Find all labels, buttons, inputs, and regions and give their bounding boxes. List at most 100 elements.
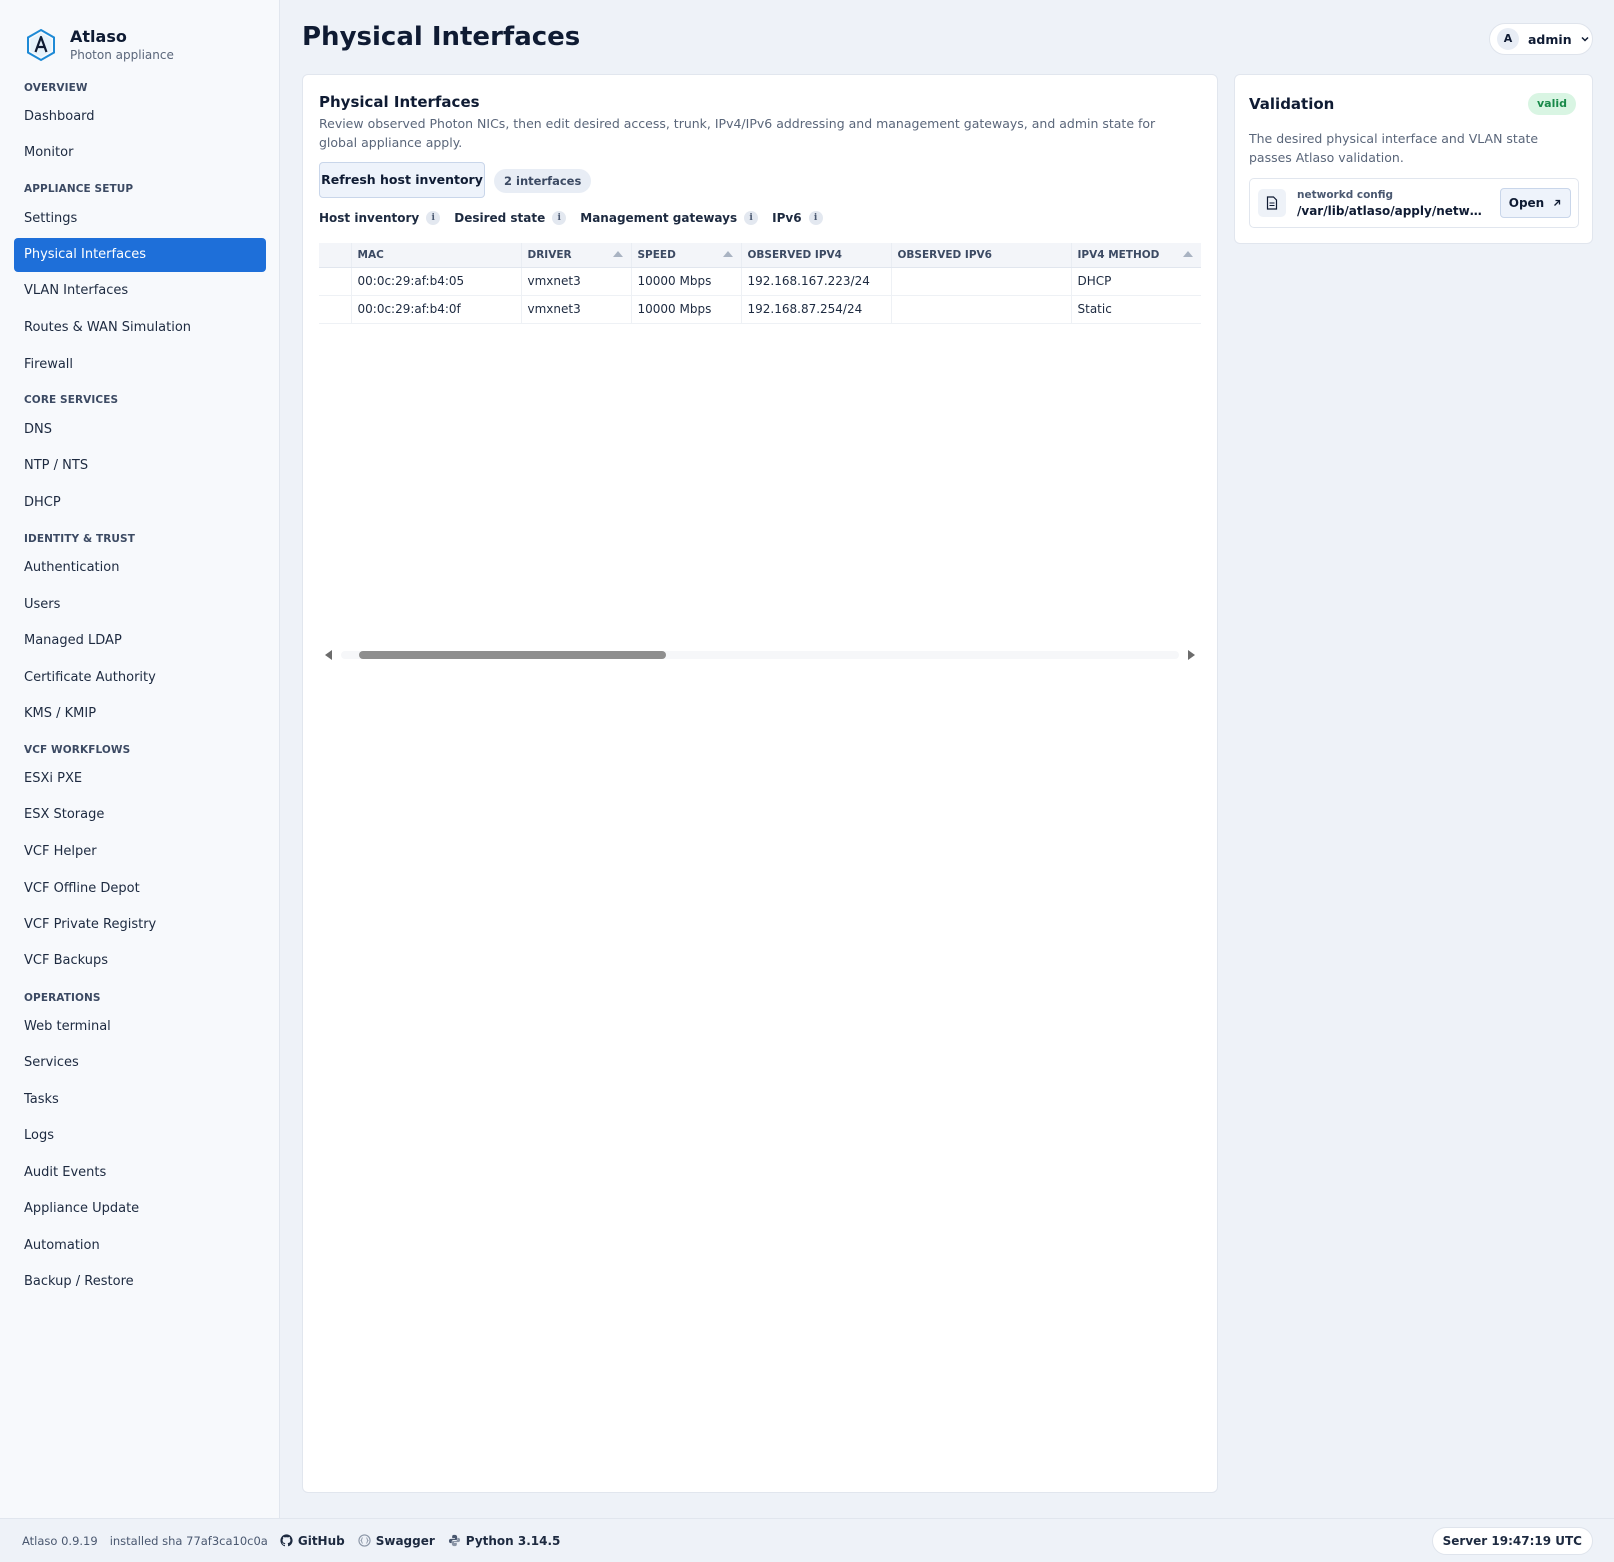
sidebar-item-dhcp[interactable]: DHCP xyxy=(14,486,266,520)
sort-ascending-icon[interactable] xyxy=(722,251,733,257)
column-header-label: OBSERVED IPV4 xyxy=(747,248,842,261)
sidebar-item-web-terminal[interactable]: Web terminal xyxy=(14,1010,266,1044)
user-name: admin xyxy=(1528,31,1572,47)
sort-ascending-icon[interactable] xyxy=(612,251,623,257)
open-button-label: Open xyxy=(1508,196,1545,210)
nav-section-identity-trust: IDENTITY & TRUST xyxy=(24,533,135,545)
legend-label: Management gateways xyxy=(580,211,738,225)
scroll-left-icon[interactable] xyxy=(325,650,332,660)
scrollbar-thumb[interactable] xyxy=(359,651,666,659)
sidebar-item-firewall[interactable]: Firewall xyxy=(14,348,266,382)
info-icon[interactable]: i xyxy=(552,211,567,225)
sidebar-item-services[interactable]: Services xyxy=(14,1046,266,1080)
refresh-host-inventory-button[interactable]: Refresh host inventory xyxy=(319,162,485,198)
sidebar-item-dns[interactable]: DNS xyxy=(14,413,266,447)
info-icon[interactable]: i xyxy=(426,211,441,225)
sidebar-item-backup-restore[interactable]: Backup / Restore xyxy=(14,1265,266,1299)
sidebar-item-monitor[interactable]: Monitor xyxy=(14,136,266,170)
brand-subtitle: Photon appliance xyxy=(70,48,174,62)
python-label: Python 3.14.5 xyxy=(465,1533,561,1548)
brand[interactable]: Atlaso Photon appliance xyxy=(26,27,174,63)
version-text: Atlaso 0.9.19 xyxy=(22,1533,98,1548)
cell-select[interactable] xyxy=(319,267,352,296)
info-icon[interactable]: i xyxy=(744,211,759,225)
legend-host-inventory: Host inventory i xyxy=(319,211,441,225)
sidebar-item-certificate-authority[interactable]: Certificate Authority xyxy=(14,661,266,695)
table-row[interactable]: 00:0c:29:af:b4:05 vmxnet3 10000 Mbps 192… xyxy=(319,267,1201,296)
column-header-label: IPV4 METHOD xyxy=(1077,248,1160,261)
sidebar-item-audit-events[interactable]: Audit Events xyxy=(14,1156,266,1190)
horizontal-scrollbar[interactable] xyxy=(319,647,1201,663)
cell-mac: 00:0c:29:af:b4:0f xyxy=(351,295,522,324)
column-header-label: DRIVER xyxy=(527,248,572,261)
sidebar-item-automation[interactable]: Automation xyxy=(14,1229,266,1263)
card-title: Physical Interfaces xyxy=(319,93,480,111)
column-header-observed-ipv4[interactable]: OBSERVED IPV4 xyxy=(741,243,892,268)
open-config-button[interactable]: Open xyxy=(1500,188,1571,218)
table-header-row: MAC DRIVER SPEED OBSERVED IPV4 OBSERVED … xyxy=(319,243,1201,268)
sidebar-item-physical-interfaces[interactable]: Physical Interfaces xyxy=(14,238,266,272)
nav-section-appliance-setup: APPLIANCE SETUP xyxy=(24,183,134,195)
sidebar-item-routes-wan[interactable]: Routes & WAN Simulation xyxy=(14,311,266,345)
file-label: networkd config xyxy=(1297,189,1394,201)
column-header-label: OBSERVED IPV6 xyxy=(897,248,992,261)
github-link[interactable]: GitHub xyxy=(280,1534,345,1548)
cell-observed-ipv6 xyxy=(891,267,1072,296)
sidebar-item-logs[interactable]: Logs xyxy=(14,1119,266,1153)
sidebar-item-vcf-helper[interactable]: VCF Helper xyxy=(14,835,266,869)
legend-label: Desired state xyxy=(454,211,546,225)
nav-section-operations: OPERATIONS xyxy=(24,992,101,1004)
swagger-icon xyxy=(358,1534,371,1547)
server-time: Server 19:47:19 UTC xyxy=(1431,1527,1593,1555)
legend-desired-state: Desired state i xyxy=(454,211,567,225)
column-header-observed-ipv6[interactable]: OBSERVED IPV6 xyxy=(891,243,1072,268)
cell-observed-ipv4: 192.168.87.254/24 xyxy=(741,295,892,324)
column-header-label: MAC xyxy=(357,248,384,261)
cell-observed-ipv4: 192.168.167.223/24 xyxy=(741,267,892,296)
cell-mac: 00:0c:29:af:b4:05 xyxy=(351,267,522,296)
cell-speed: 10000 Mbps xyxy=(631,295,742,324)
sidebar-item-managed-ldap[interactable]: Managed LDAP xyxy=(14,624,266,658)
sidebar-item-authentication[interactable]: Authentication xyxy=(14,551,266,585)
page-title: Physical Interfaces xyxy=(302,22,581,52)
swagger-label: Swagger xyxy=(375,1533,435,1548)
table-row[interactable]: 00:0c:29:af:b4:0f vmxnet3 10000 Mbps 192… xyxy=(319,295,1201,324)
sort-ascending-icon[interactable] xyxy=(1182,251,1193,257)
swagger-link[interactable]: Swagger xyxy=(358,1534,435,1548)
cell-select[interactable] xyxy=(319,295,352,324)
sidebar-item-settings[interactable]: Settings xyxy=(14,202,266,236)
status-badge: valid xyxy=(1527,93,1576,115)
user-menu[interactable]: A admin xyxy=(1489,23,1593,55)
column-header-mac[interactable]: MAC xyxy=(351,243,522,268)
physical-interfaces-card: Physical Interfaces Review observed Phot… xyxy=(302,74,1218,1493)
file-icon-container xyxy=(1258,189,1286,217)
info-icon[interactable]: i xyxy=(808,211,823,225)
sidebar-item-vcf-backups[interactable]: VCF Backups xyxy=(14,944,266,978)
interface-count-badge: 2 interfaces xyxy=(494,169,592,193)
sidebar-item-tasks[interactable]: Tasks xyxy=(14,1083,266,1117)
sidebar-item-esx-storage[interactable]: ESX Storage xyxy=(14,798,266,832)
scroll-right-icon[interactable] xyxy=(1188,650,1195,660)
sidebar-item-ntp[interactable]: NTP / NTS xyxy=(14,449,266,483)
column-header-label: SPEED xyxy=(637,248,676,261)
validation-description: The desired physical interface and VLAN … xyxy=(1249,131,1539,165)
legend-ipv6: IPv6 i xyxy=(772,211,823,225)
sidebar-item-vcf-private-registry[interactable]: VCF Private Registry xyxy=(14,908,266,942)
file-icon xyxy=(1266,196,1278,210)
python-link[interactable]: Python 3.14.5 xyxy=(448,1533,561,1548)
column-header-ipv4-method[interactable]: IPV4 METHOD xyxy=(1071,243,1201,268)
legend-management-gateways: Management gateways i xyxy=(580,211,759,225)
sha-text: installed sha 77af3ca10c0a xyxy=(109,1533,268,1548)
sidebar-item-esxi-pxe[interactable]: ESXi PXE xyxy=(14,762,266,796)
sidebar-item-users[interactable]: Users xyxy=(14,588,266,622)
sidebar-item-appliance-update[interactable]: Appliance Update xyxy=(14,1192,266,1226)
column-header-speed[interactable]: SPEED xyxy=(631,243,742,268)
sidebar-item-dashboard[interactable]: Dashboard xyxy=(14,100,266,134)
sidebar-item-kms-kmip[interactable]: KMS / KMIP xyxy=(14,697,266,731)
column-header-driver[interactable]: DRIVER xyxy=(521,243,632,268)
sidebar-item-vcf-offline-depot[interactable]: VCF Offline Depot xyxy=(14,872,266,906)
footer: Atlaso 0.9.19 installed sha 77af3ca10c0a… xyxy=(0,1518,1614,1562)
sidebar: Atlaso Photon appliance OVERVIEW Dashboa… xyxy=(0,0,280,1518)
cell-driver: vmxnet3 xyxy=(521,295,632,324)
sidebar-item-vlan-interfaces[interactable]: VLAN Interfaces xyxy=(14,274,266,308)
